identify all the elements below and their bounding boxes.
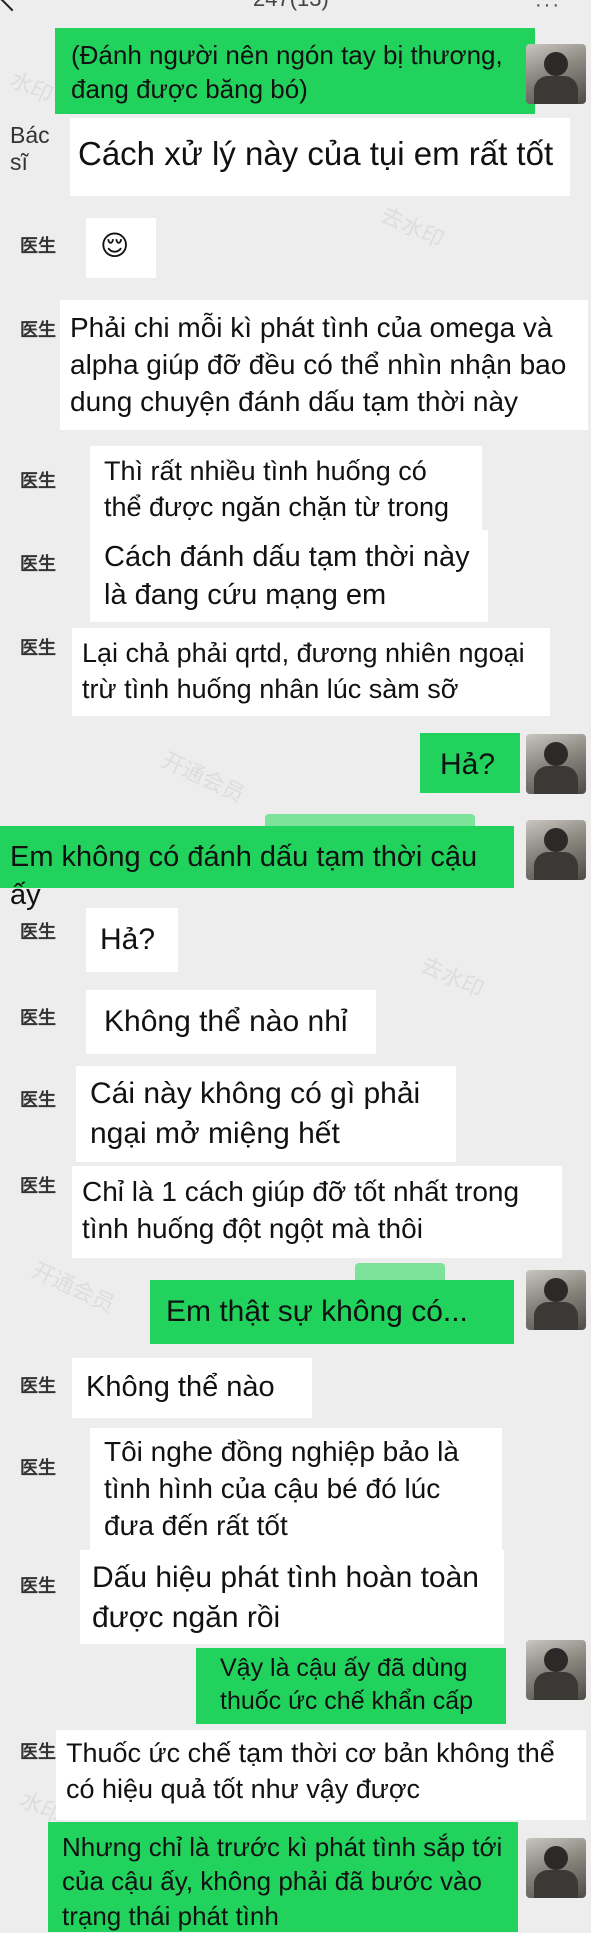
more-dots-icon[interactable]: ···: [535, 0, 561, 17]
message-bubble-received[interactable]: Không thể nào nhỉ: [86, 990, 376, 1054]
message-bubble-received[interactable]: Thì rất nhiều tình huống có thể được ngă…: [90, 446, 482, 557]
sender-label-bacsi: Bác sĩ: [10, 122, 70, 176]
message-bubble-received[interactable]: Hả?: [86, 908, 178, 972]
watermark: 开通会员: [27, 1258, 119, 1319]
user-avatar[interactable]: [526, 44, 586, 104]
message-bubble-sent[interactable]: Hả?: [420, 733, 520, 793]
user-avatar[interactable]: [526, 1838, 586, 1898]
message-bubble-sent[interactable]: Nhưng chỉ là trước kì phát tình sắp tới …: [48, 1822, 518, 1932]
back-chevron-icon[interactable]: [0, 0, 24, 12]
sender-label-doctor: 医生: [20, 471, 56, 492]
sender-label-doctor: 医生: [20, 1090, 56, 1111]
message-bubble-received[interactable]: Phải chi mỗi kì phát tình của omega và a…: [60, 300, 588, 430]
message-bubble-received[interactable]: Dấu hiệu phát tình hoàn toàn được ngăn r…: [80, 1550, 504, 1644]
sender-label-doctor: 医生: [20, 1008, 56, 1029]
message-bubble-received[interactable]: Cách đánh dấu tạm thời này là đang cứu m…: [90, 530, 488, 622]
message-bubble-sent[interactable]: Em không có đánh dấu tạm thời cậu ấy: [0, 826, 514, 911]
user-avatar[interactable]: [526, 1640, 586, 1700]
chat-title: 247(13): [253, 0, 329, 12]
sender-label-doctor: 医生: [20, 638, 56, 659]
watermark: 去水印: [416, 952, 488, 1004]
message-bubble-received[interactable]: Không thể nào: [72, 1358, 312, 1418]
sender-label-doctor: 医生: [20, 1742, 56, 1763]
user-avatar[interactable]: [526, 1270, 586, 1330]
sender-label-doctor: 医生: [20, 554, 56, 575]
watermark: 去水印: [376, 202, 448, 254]
emoji-bubble[interactable]: 😌: [86, 218, 156, 278]
sender-label-doctor: 医生: [20, 1176, 56, 1197]
message-bubble-received[interactable]: Cách xử lý này của tụi em rất tốt: [70, 118, 570, 196]
user-avatar[interactable]: [526, 820, 586, 880]
message-bubble-sent[interactable]: (Đánh người nên ngón tay bị thương, đang…: [55, 28, 535, 114]
user-avatar[interactable]: [526, 734, 586, 794]
sender-label-doctor: 医生: [20, 320, 56, 341]
sender-label-doctor: 医生: [20, 1376, 56, 1397]
message-bubble-received[interactable]: Lại chả phải qrtd, đương nhiên ngoại trừ…: [72, 628, 550, 716]
watermark: 开通会员: [157, 748, 249, 809]
message-bubble-received[interactable]: Thuốc ức chế tạm thời cơ bản không thể c…: [56, 1730, 586, 1820]
sender-label-doctor: 医生: [20, 1458, 56, 1479]
top-nav-bar: 247(13) ···: [0, 0, 591, 16]
message-bubble-received[interactable]: Tôi nghe đồng nghiệp bảo là tình hình củ…: [90, 1428, 502, 1550]
message-bubble-received[interactable]: Chỉ là 1 cách giúp đỡ tốt nhất trong tìn…: [72, 1166, 562, 1258]
message-bubble-sent[interactable]: Em thật sự không có...: [150, 1280, 514, 1344]
message-bubble-received[interactable]: Cái này không có gì phải ngại mở miệng h…: [76, 1066, 456, 1162]
sender-label: Bác sĩ: [10, 122, 50, 175]
sender-label-doctor: 医生: [20, 1576, 56, 1597]
message-bubble-sent[interactable]: Vậy là cậu ấy đã dùng thuốc ức chế khẩn …: [196, 1648, 506, 1724]
sender-label-doctor: 医生: [20, 236, 56, 257]
watermark: 水印: [5, 67, 57, 109]
sender-label-doctor: 医生: [20, 922, 56, 943]
